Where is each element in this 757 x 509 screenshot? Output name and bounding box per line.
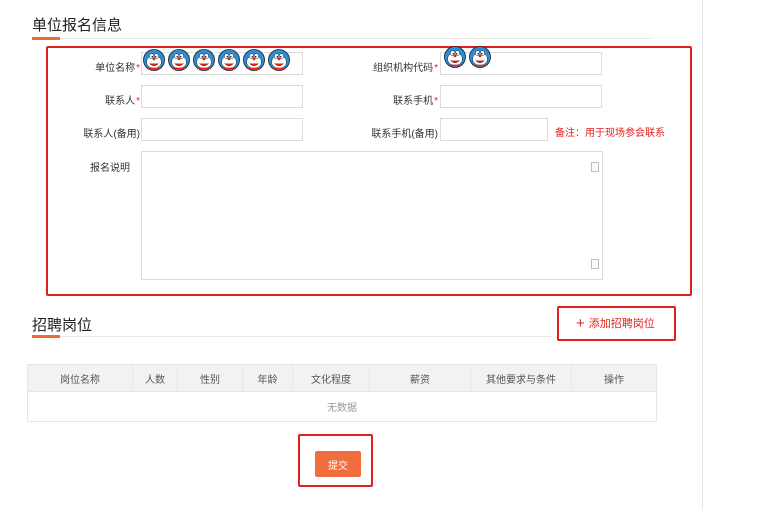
form-page: 单位报名信息 单位名称* 组织机构代码* 联系人* 联系手机* 联系人(备用) … bbox=[0, 0, 703, 509]
column-header-education: 文化程度 bbox=[293, 365, 370, 391]
doraemon-sticker-icon bbox=[142, 48, 166, 72]
section-underline-unit-info bbox=[32, 37, 652, 40]
redaction-stickers-unit-name bbox=[142, 48, 292, 72]
column-header-salary: 薪资 bbox=[370, 365, 471, 391]
backup-phone-label: 联系手机(备用) bbox=[371, 129, 438, 140]
positions-table: 岗位名称 人数 性别 年龄 文化程度 薪资 其他要求与条件 操作 无数据 bbox=[27, 364, 657, 422]
doraemon-sticker-icon bbox=[443, 45, 467, 69]
backup-contact-input[interactable] bbox=[141, 118, 303, 141]
doraemon-sticker-icon bbox=[242, 48, 266, 72]
backup-phone-input[interactable] bbox=[440, 118, 548, 141]
scrollbar-up-icon[interactable] bbox=[591, 162, 599, 172]
add-position-label: 添加招聘岗位 bbox=[588, 318, 655, 330]
column-header-actions: 操作 bbox=[604, 374, 624, 386]
positions-table-empty: 无数据 bbox=[327, 402, 357, 414]
contact-label: 联系人* bbox=[105, 96, 140, 107]
contact-phone-input[interactable] bbox=[440, 85, 602, 108]
section-title-unit-info: 单位报名信息 bbox=[32, 17, 123, 34]
doraemon-sticker-icon bbox=[167, 48, 191, 72]
unit-name-label: 单位名称* bbox=[95, 63, 140, 74]
org-code-label: 组织机构代码* bbox=[373, 63, 438, 74]
column-header-headcount: 人数 bbox=[133, 365, 178, 391]
plus-icon: + bbox=[576, 314, 585, 332]
column-header-position-name: 岗位名称 bbox=[28, 365, 133, 391]
redaction-stickers-org-code bbox=[443, 45, 493, 69]
column-header-age: 年龄 bbox=[243, 365, 293, 391]
submit-button[interactable]: 提交 bbox=[315, 451, 361, 477]
doraemon-sticker-icon bbox=[468, 45, 492, 69]
column-header-gender: 性别 bbox=[178, 365, 243, 391]
section-title-positions: 招聘岗位 bbox=[32, 317, 93, 334]
doraemon-sticker-icon bbox=[192, 48, 216, 72]
backup-contact-label: 联系人(备用) bbox=[83, 129, 140, 140]
backup-phone-note: 备注：用于现场参会联系 bbox=[555, 128, 665, 139]
contact-input[interactable] bbox=[141, 85, 303, 108]
contact-phone-label: 联系手机* bbox=[393, 96, 438, 107]
description-label: 报名说明 bbox=[90, 163, 130, 174]
doraemon-sticker-icon bbox=[267, 48, 291, 72]
doraemon-sticker-icon bbox=[217, 48, 241, 72]
positions-table-header: 岗位名称 人数 性别 年龄 文化程度 薪资 其他要求与条件 操作 bbox=[28, 365, 656, 392]
scrollbar-down-icon[interactable] bbox=[591, 259, 599, 269]
add-position-button[interactable]: + 添加招聘岗位 bbox=[576, 315, 655, 331]
column-header-other-requirements: 其他要求与条件 bbox=[471, 365, 572, 391]
description-textarea[interactable] bbox=[141, 151, 603, 280]
section-underline-positions bbox=[32, 335, 552, 338]
